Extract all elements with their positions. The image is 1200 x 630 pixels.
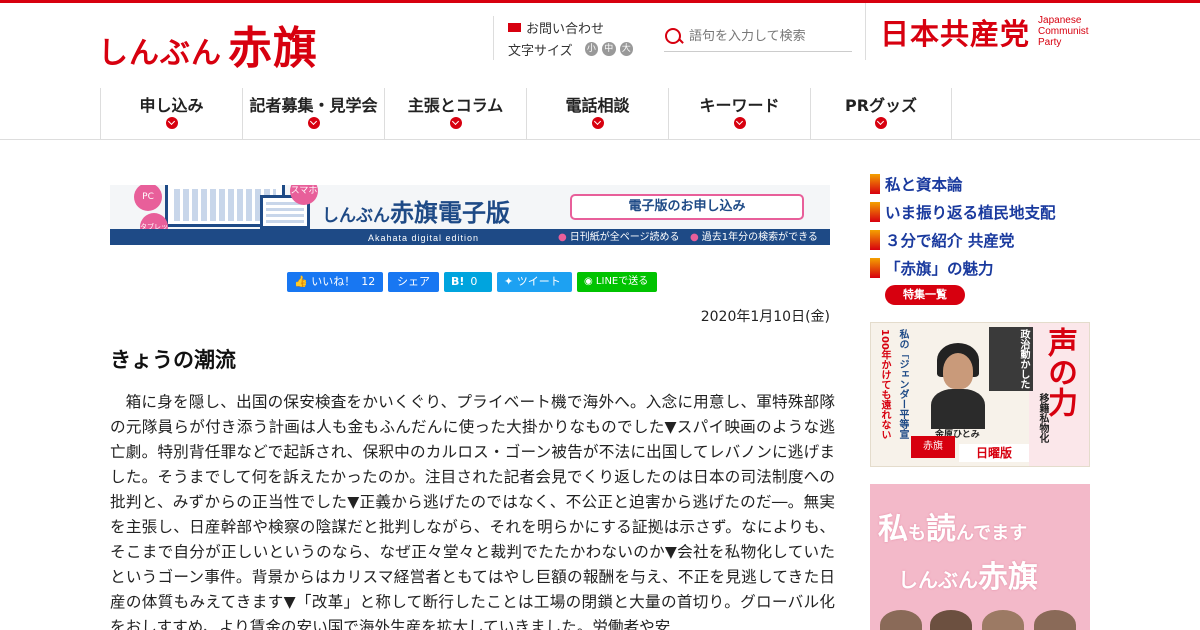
search-box	[664, 22, 852, 52]
facebook-share-button[interactable]: シェア	[388, 272, 439, 292]
contact-label: お問い合わせ	[526, 21, 605, 37]
search-input[interactable]	[689, 29, 849, 44]
promo-col-3: 移籍私物化NO	[1037, 393, 1048, 443]
mail-icon	[508, 22, 521, 32]
nav-label: キーワード	[699, 96, 780, 115]
chevron-down-icon	[591, 117, 604, 129]
article-title: きょうの潮流	[110, 348, 236, 372]
banner-feature-2: 過去1年分の検索ができる	[690, 228, 818, 243]
nav-label: PRグッズ	[844, 96, 918, 115]
party-name-jp: 日本共産党	[880, 16, 1031, 51]
banner-title: しんぶん赤旗電子版	[322, 199, 510, 227]
nav-item-recruit[interactable]: 記者募集・見学会	[242, 88, 384, 139]
promo2-line2: しんぶん赤旗	[898, 560, 1038, 595]
line-icon: ◉	[584, 276, 593, 287]
nav-item-pr-goods[interactable]: PRグッズ	[810, 88, 952, 139]
search-icon[interactable]	[664, 27, 684, 47]
chevron-down-icon	[449, 117, 462, 129]
contact-link[interactable]: お問い合わせ	[508, 16, 633, 38]
digital-edition-banner[interactable]: PC タブレット スマホ しんぶん赤旗電子版 電子版のお申し込み Akahata…	[110, 185, 830, 245]
nav-label: 申し込み	[139, 96, 204, 115]
reader-promo[interactable]: 私も読んでます しんぶん赤旗	[870, 484, 1090, 630]
digital-apply-button[interactable]: 電子版のお申し込み	[570, 194, 804, 220]
nav-item-keywords[interactable]: キーワード	[668, 88, 810, 139]
chevron-down-icon	[165, 117, 178, 129]
sunday-edition-promo[interactable]: 声の力 政治動かした 100年かけても遠れない 私の「ジェンダー平等宣言」 移籍…	[870, 322, 1090, 467]
nav-divider	[0, 139, 1200, 140]
nav-label: 電話相談	[565, 96, 630, 115]
text-size-label: 文字サイズ	[508, 43, 573, 59]
nav-label: 記者募集・見学会	[249, 96, 378, 115]
share-buttons: 👍 いいね！ 12 シェア B! 0 ✦ ツイート ◉ LINEで送る	[287, 272, 657, 292]
text-size-medium-button[interactable]: 中	[602, 42, 616, 56]
promo-paper-name: 赤旗	[911, 436, 955, 458]
sidebar-link-akahata-appeal[interactable]: 「赤旗」の魅力	[870, 254, 1100, 282]
portrait-face	[943, 353, 973, 389]
chevron-down-icon	[875, 117, 887, 129]
facebook-like-button[interactable]: 👍 いいね！ 12	[287, 272, 383, 292]
twitter-icon: ✦	[504, 275, 514, 288]
feature-list-button[interactable]: 特集一覧	[885, 285, 965, 305]
sidebar-link-colonial[interactable]: いま振り返る植民地支配	[870, 198, 1100, 226]
banner-feature-1: 日刊紙が全ページ読める	[558, 228, 680, 243]
bullet-bar	[870, 174, 880, 194]
chevron-down-icon	[733, 117, 746, 129]
bullet-bar	[870, 202, 880, 222]
bullet-bar	[870, 230, 880, 250]
text-size-small-button[interactable]: 小	[584, 42, 599, 56]
site-logo[interactable]: しんぶん 赤旗	[98, 12, 318, 76]
nav-item-columns[interactable]: 主張とコラム	[384, 88, 526, 139]
promo-col-1: 100年かけても遠れない	[879, 329, 890, 440]
text-size-control: 文字サイズ 小 中 大	[508, 38, 633, 60]
main-nav: 申し込み 記者募集・見学会 主張とコラム 電話相談 キーワード PRグッズ	[100, 88, 952, 139]
party-logo[interactable]: 日本共産党 Japanese Communist Party	[865, 3, 1089, 60]
nav-item-apply[interactable]: 申し込み	[100, 88, 242, 139]
tweet-button[interactable]: ✦ ツイート	[497, 272, 572, 292]
chevron-down-icon	[307, 117, 320, 129]
party-name-en: Japanese Communist Party	[1038, 15, 1089, 48]
promo2-line1: 私も読んでます	[878, 512, 1028, 547]
logo-small-text: しんぶん	[98, 36, 222, 71]
nav-item-phone-consult[interactable]: 電話相談	[526, 88, 668, 139]
text-size-large-button[interactable]: 大	[619, 42, 633, 56]
utility-links: お問い合わせ 文字サイズ 小 中 大	[493, 16, 633, 60]
sidebar-link-jcp-intro[interactable]: ３分で紹介 共産党	[870, 226, 1100, 254]
sidebar-links: 私と資本論 いま振り返る植民地支配 ３分で紹介 共産党 「赤旗」の魅力	[870, 170, 1100, 282]
article-date: 2020年1月10日(金)	[700, 309, 830, 325]
banner-subtitle: Akahata digital edition	[368, 233, 480, 243]
logo-big-text: 赤旗	[228, 23, 318, 74]
bullet-bar	[870, 258, 880, 278]
promo-col-2: 私の「ジェンダー平等宣言」	[897, 329, 908, 439]
promo-headline: 政治動かした	[989, 327, 1033, 391]
pc-tag: PC	[134, 185, 162, 211]
nav-label: 主張とコラム	[407, 96, 504, 115]
article-body: 箱に身を隠し、出国の保安検査をかいくぐり、プライベート機で海外へ。入念に用意し、…	[110, 393, 835, 630]
sidebar-link-capital[interactable]: 私と資本論	[870, 170, 1100, 198]
promo-edition: 日曜版	[959, 444, 1029, 462]
hatena-bookmark-button[interactable]: B! 0	[444, 272, 492, 292]
line-share-button[interactable]: ◉ LINEで送る	[577, 272, 657, 292]
